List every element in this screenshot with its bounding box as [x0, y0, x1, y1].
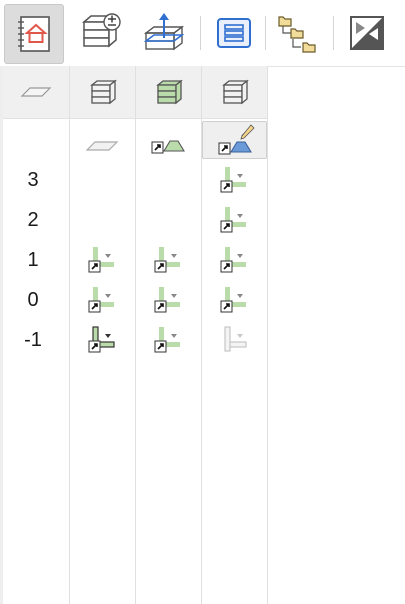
linked-slab-pencil-icon — [218, 124, 255, 155]
edit-slab-cell[interactable] — [202, 121, 267, 159]
linked-wall-cell[interactable] — [70, 245, 134, 275]
wall-cell-disabled[interactable] — [202, 325, 266, 355]
toolbar-separator — [265, 16, 266, 50]
linked-wall-bold-icon — [88, 326, 115, 353]
slab-cell[interactable] — [70, 131, 134, 161]
linked-wall-cell-active[interactable] — [70, 325, 134, 355]
project-home-button[interactable] — [4, 4, 64, 64]
level-label: 0 — [27, 289, 39, 311]
linked-wall-icon — [154, 287, 180, 313]
linked-wall-cell[interactable] — [202, 285, 266, 315]
linked-wall-icon — [220, 287, 246, 313]
stack-gray-icon — [89, 79, 117, 105]
linked-wall-icon — [154, 327, 180, 353]
linked-wall-cell[interactable] — [70, 285, 134, 315]
wall-outline-icon — [224, 326, 247, 352]
column-divider — [267, 66, 268, 604]
level-label: 3 — [27, 169, 39, 191]
linked-wall-icon — [220, 207, 246, 233]
linked-wall-cell[interactable] — [136, 245, 200, 275]
folder-tree-icon — [278, 16, 316, 53]
hierarchy-button[interactable] — [268, 4, 326, 62]
slab-icon — [85, 141, 119, 151]
linked-wall-cell[interactable] — [202, 205, 266, 235]
linked-slab-cell[interactable] — [136, 131, 200, 161]
column-header-model-1[interactable] — [70, 66, 135, 119]
linked-wall-cell[interactable] — [136, 325, 200, 355]
linked-wall-cell[interactable] — [202, 165, 266, 195]
stack-plus-minus-icon — [81, 13, 121, 48]
notebook-house-icon — [18, 16, 50, 52]
stack-gray-icon — [221, 79, 249, 105]
linked-wall-icon — [220, 247, 246, 273]
column-header-model-3[interactable] — [202, 66, 267, 119]
slab-icon — [20, 87, 52, 97]
toolbar-separator — [200, 16, 201, 50]
level-elevation-button[interactable] — [134, 4, 192, 62]
level-label: -1 — [24, 329, 42, 351]
stack-green-icon — [155, 79, 183, 105]
linked-wall-cell[interactable] — [202, 245, 266, 275]
linked-wall-icon — [88, 247, 114, 273]
column-header-slab[interactable] — [3, 66, 69, 119]
linked-wall-icon — [220, 167, 246, 193]
linked-slab-icon — [151, 140, 185, 154]
diagonal-split-icon — [350, 16, 384, 50]
level-label: 2 — [27, 209, 39, 231]
toolbar — [0, 0, 405, 67]
list-icon — [217, 18, 251, 48]
level-label: 1 — [27, 249, 39, 271]
split-view-button[interactable] — [338, 4, 396, 62]
column-header-model-2[interactable] — [136, 66, 201, 119]
linked-wall-cell[interactable] — [136, 285, 200, 315]
linked-wall-icon — [154, 247, 180, 273]
linked-wall-icon — [88, 287, 114, 313]
toolbar-separator — [333, 16, 334, 50]
list-view-button[interactable] — [205, 4, 263, 62]
model-add-remove-button[interactable] — [72, 4, 130, 62]
box-arrow-up-icon — [143, 13, 185, 51]
